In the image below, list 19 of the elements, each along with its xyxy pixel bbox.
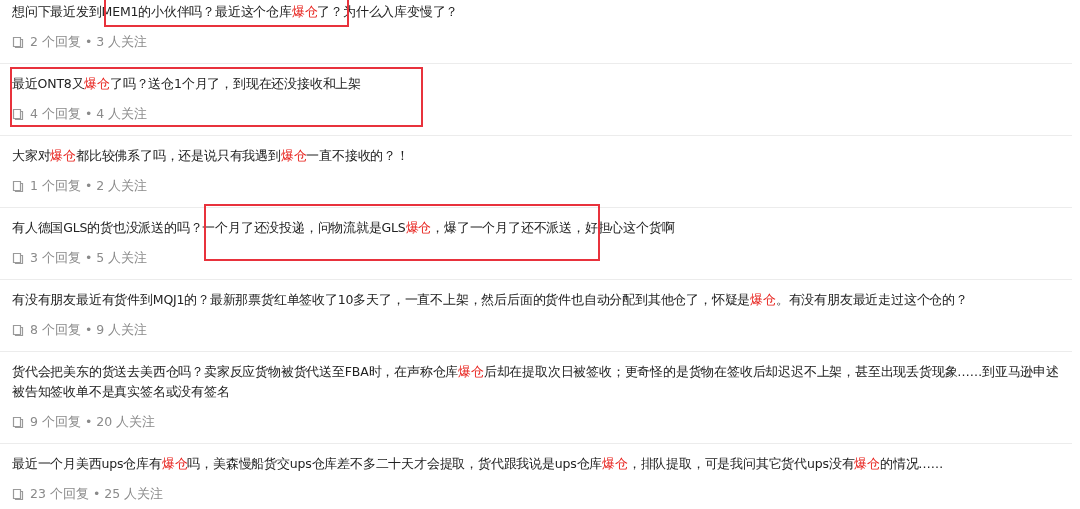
question-title[interactable]: 最近一个月美西ups仓库有爆仓吗，美森慢船货交ups仓库差不多二十天才会提取，货代跟我说是ups仓库爆仓，排队提取，可是我问其它货代ups没有爆仓的情况…… (12, 454, 1072, 474)
question-stats: 4 个回复 • 4 人关注 (30, 105, 148, 123)
question-title[interactable]: 有没有朋友最近有货件到MQJ1的？最新那票货红单签收了10多天了，一直不上架，然后后面的货件也自动分配到其他仓了，怀疑是爆仓。有没有朋友最近走过这个仓的？ (12, 290, 1072, 310)
question-stats: 1 个回复 • 2 人关注 (30, 177, 148, 195)
question-title[interactable]: 最近ONT8又爆仓了吗？送仓1个月了，到现在还没接收和上架 (12, 74, 1072, 94)
document-icon (12, 323, 24, 337)
question-stats: 2 个回复 • 3 人关注 (30, 33, 148, 51)
question-title[interactable]: 货代会把美东的货送去美西仓吗？卖家反应货物被货代送至FBA时，在声称仓库爆仓后却在提取次日被签收；更奇怪的是货物在签收后却迟迟不上架，甚至出现丢货现象……到亚马逊申述被告知签收单不是真实签名或没有签名 (12, 362, 1072, 402)
question-stats: 3 个回复 • 5 人关注 (30, 249, 148, 267)
document-icon (12, 107, 24, 121)
question-title[interactable]: 大家对爆仓都比较佛系了吗，还是说只有我遇到爆仓一直不接收的？！ (12, 146, 1072, 166)
document-icon (12, 251, 24, 265)
document-icon (12, 415, 24, 429)
document-icon (12, 35, 24, 49)
question-stats: 8 个回复 • 9 人关注 (30, 321, 148, 339)
question-stats: 9 个回复 • 20 人关注 (30, 413, 156, 431)
document-icon (12, 487, 24, 501)
question-stats: 23 个回复 • 25 人关注 (30, 485, 164, 503)
document-icon (12, 179, 24, 193)
